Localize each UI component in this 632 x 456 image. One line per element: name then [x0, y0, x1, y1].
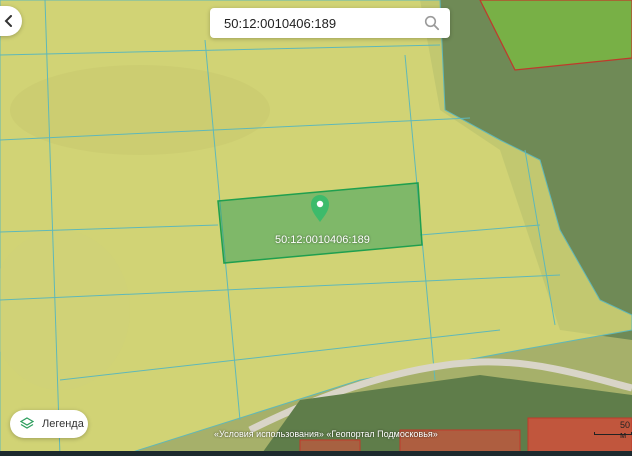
parcel-label: 50:12:0010406:189: [275, 234, 370, 246]
map-canvas[interactable]: [0, 0, 632, 456]
scale-bar: 50 м: [590, 420, 632, 440]
search-input[interactable]: [224, 15, 424, 31]
search-box[interactable]: [210, 8, 450, 38]
legend-label: Легенда: [42, 418, 84, 430]
chevron-left-icon: [4, 15, 12, 27]
scale-label: 50 м: [620, 420, 631, 440]
terms-link[interactable]: «Условия использования» «Геопортал Подмо…: [214, 429, 438, 439]
legend-button[interactable]: Легенда: [10, 410, 88, 438]
search-icon[interactable]: [424, 15, 440, 31]
scale-line: [594, 432, 632, 435]
bottom-strip: [0, 451, 632, 456]
layers-icon: [20, 417, 34, 429]
